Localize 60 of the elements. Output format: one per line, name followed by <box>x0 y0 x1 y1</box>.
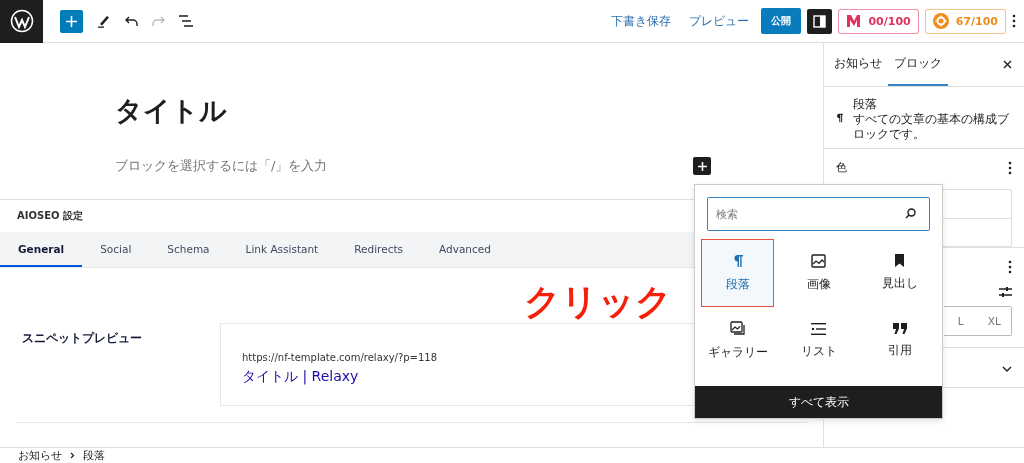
bookmark-icon <box>894 254 905 267</box>
snippet-url: https://nf-template.com/relaxy/?p=118 <box>242 352 438 363</box>
sidebar-tab[interactable]: ブロック <box>888 43 948 86</box>
size-selector[interactable]: L XL <box>944 306 1012 336</box>
block-option[interactable]: 画像 <box>782 239 855 307</box>
quote-icon <box>892 323 907 334</box>
tab[interactable]: Schema <box>149 232 228 267</box>
plus-icon <box>66 15 77 27</box>
block-description: すべての文章の基本の構成ブロックです。 <box>853 112 1011 142</box>
tab[interactable]: Advanced <box>421 232 509 267</box>
more-icon[interactable] <box>1012 14 1016 28</box>
breadcrumb-item[interactable]: 段落 <box>83 448 105 463</box>
search-icon <box>905 208 916 219</box>
block-option[interactable]: ギャラリー <box>701 307 774 375</box>
more-icon[interactable] <box>1008 260 1012 274</box>
logo[interactable] <box>0 0 43 43</box>
list-icon <box>811 322 826 335</box>
block-option[interactable]: リスト <box>782 307 855 375</box>
gallery-icon <box>729 321 746 336</box>
add-block-button[interactable] <box>693 157 711 175</box>
tab[interactable]: Redirects <box>336 232 422 267</box>
undo-icon[interactable] <box>125 16 138 26</box>
plus-icon <box>697 161 707 171</box>
size-option[interactable]: XL <box>977 307 1011 335</box>
chevron-right-icon <box>70 452 75 459</box>
placeholder-text[interactable]: ブロックを選択するには「/」を入力 <box>115 157 328 175</box>
block-option[interactable]: 段落 <box>701 239 774 307</box>
sidebar-tab[interactable]: お知らせ <box>828 43 888 86</box>
publish-button[interactable]: 公開 <box>761 8 802 34</box>
more-icon[interactable] <box>1008 161 1012 175</box>
block-option[interactable]: 見出し <box>863 239 936 307</box>
pen-icon[interactable] <box>97 14 111 28</box>
post-title[interactable]: タイトル <box>115 93 711 143</box>
toolbar-link[interactable]: プレビュー <box>683 12 756 30</box>
chevron-down-icon[interactable] <box>1002 365 1012 372</box>
tab[interactable]: Link Assistant <box>227 232 337 267</box>
show-all-button[interactable]: すべて表示 <box>695 386 942 418</box>
settings-toggle[interactable] <box>807 8 833 34</box>
score-badge[interactable]: 00/100 <box>838 8 919 34</box>
image-icon <box>811 253 826 268</box>
outline-icon[interactable] <box>179 15 193 27</box>
block-name: 段落 <box>853 97 879 112</box>
sliders-icon[interactable] <box>999 286 1012 298</box>
pilcrow-icon <box>732 253 743 268</box>
size-option[interactable]: L <box>944 307 978 335</box>
zigzag-icon <box>846 14 862 28</box>
section-label: スニペットプレビュー <box>22 330 143 347</box>
tab[interactable]: General <box>0 232 83 267</box>
tab[interactable]: Social <box>82 232 150 267</box>
breadcrumb-item[interactable]: お知らせ <box>18 448 62 463</box>
snippet-title: タイトル | Relaxy <box>242 368 359 386</box>
panel-heading: AIOSEO 設定 <box>17 209 83 223</box>
logo-icon <box>9 9 34 33</box>
search-field[interactable]: 検索 <box>707 197 930 231</box>
sidebar-icon <box>813 14 827 28</box>
panel-title: 色 <box>836 161 847 175</box>
toolbar-link[interactable]: 下書き保存 <box>605 12 678 30</box>
annotation-text: クリック <box>524 280 672 324</box>
block-option[interactable]: 引用 <box>863 307 936 375</box>
pilcrow-icon <box>836 111 844 125</box>
